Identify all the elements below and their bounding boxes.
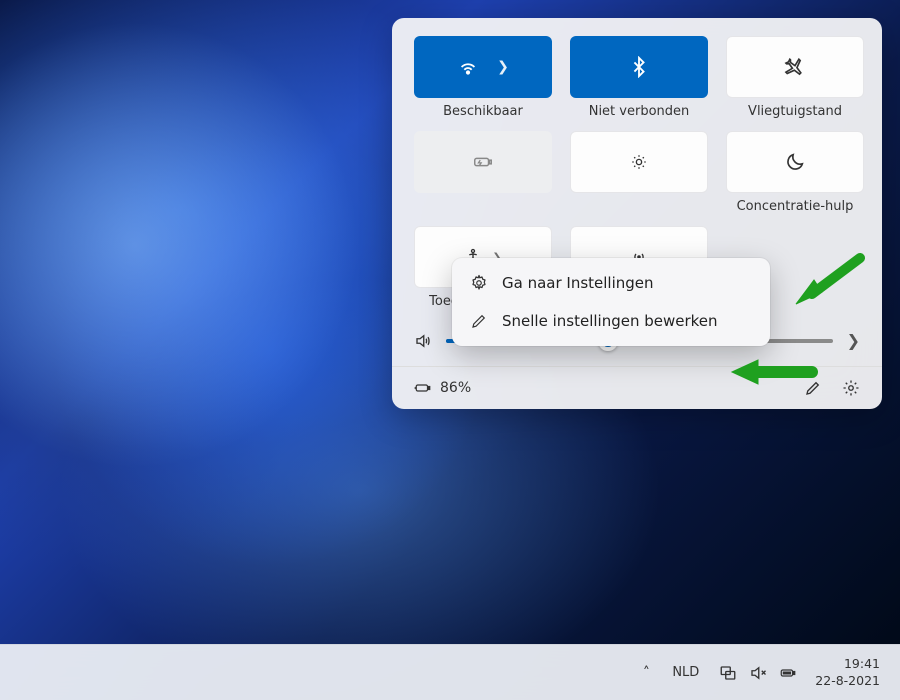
settings-button[interactable] [842,379,860,397]
battery-percent: 86% [440,380,471,396]
menu-edit-label: Snelle instellingen bewerken [502,312,718,330]
battery-saver-tile[interactable] [414,131,552,193]
wifi-icon [457,56,479,78]
tray-overflow-chevron-icon[interactable]: ˄ [632,653,660,693]
menu-go-to-settings[interactable]: Ga naar Instellingen [458,264,764,302]
quick-settings-panel: ❯ Beschikbaar Niet verbonden Vliegtuigst… [392,18,882,409]
moon-icon [784,151,806,173]
battery-saver-icon [472,151,494,173]
annotation-arrow-1 [792,252,872,308]
language-indicator[interactable]: NLD [666,653,705,693]
chevron-right-icon: ❯ [497,59,509,75]
airplane-tile[interactable] [726,36,864,98]
bluetooth-icon [628,56,650,78]
focus-assist-tile[interactable] [726,131,864,193]
network-icon [719,664,737,682]
system-tray[interactable] [711,653,805,693]
airplane-label: Vliegtuigstand [748,104,842,119]
volume-expand-chevron-icon[interactable]: ❯ [847,331,860,350]
taskbar-date: 22-8-2021 [815,673,880,689]
speaker-muted-icon [749,664,767,682]
focus-assist-label: Concentratie-hulp [737,199,854,214]
bluetooth-label: Niet verbonden [589,104,690,119]
brightness-icon [630,153,648,171]
night-light-tile[interactable] [570,131,708,193]
gear-icon [470,274,488,292]
taskbar-time: 19:41 [844,656,880,672]
wifi-label: Beschikbaar [443,104,523,119]
pencil-icon [470,312,488,330]
taskbar: ˄ NLD 19:41 22-8-2021 [0,644,900,700]
bluetooth-tile[interactable] [570,36,708,98]
battery-charging-icon [414,379,432,397]
wifi-tile[interactable]: ❯ [414,36,552,98]
context-menu: Ga naar Instellingen Snelle instellingen… [452,258,770,346]
battery-tray-icon [779,664,797,682]
menu-settings-label: Ga naar Instellingen [502,274,654,292]
annotation-arrow-2 [730,352,820,392]
menu-edit-quick-settings[interactable]: Snelle instellingen bewerken [458,302,764,340]
speaker-icon[interactable] [414,332,432,350]
battery-status[interactable]: 86% [414,379,471,397]
clock[interactable]: 19:41 22-8-2021 [811,653,884,693]
airplane-icon [784,56,806,78]
